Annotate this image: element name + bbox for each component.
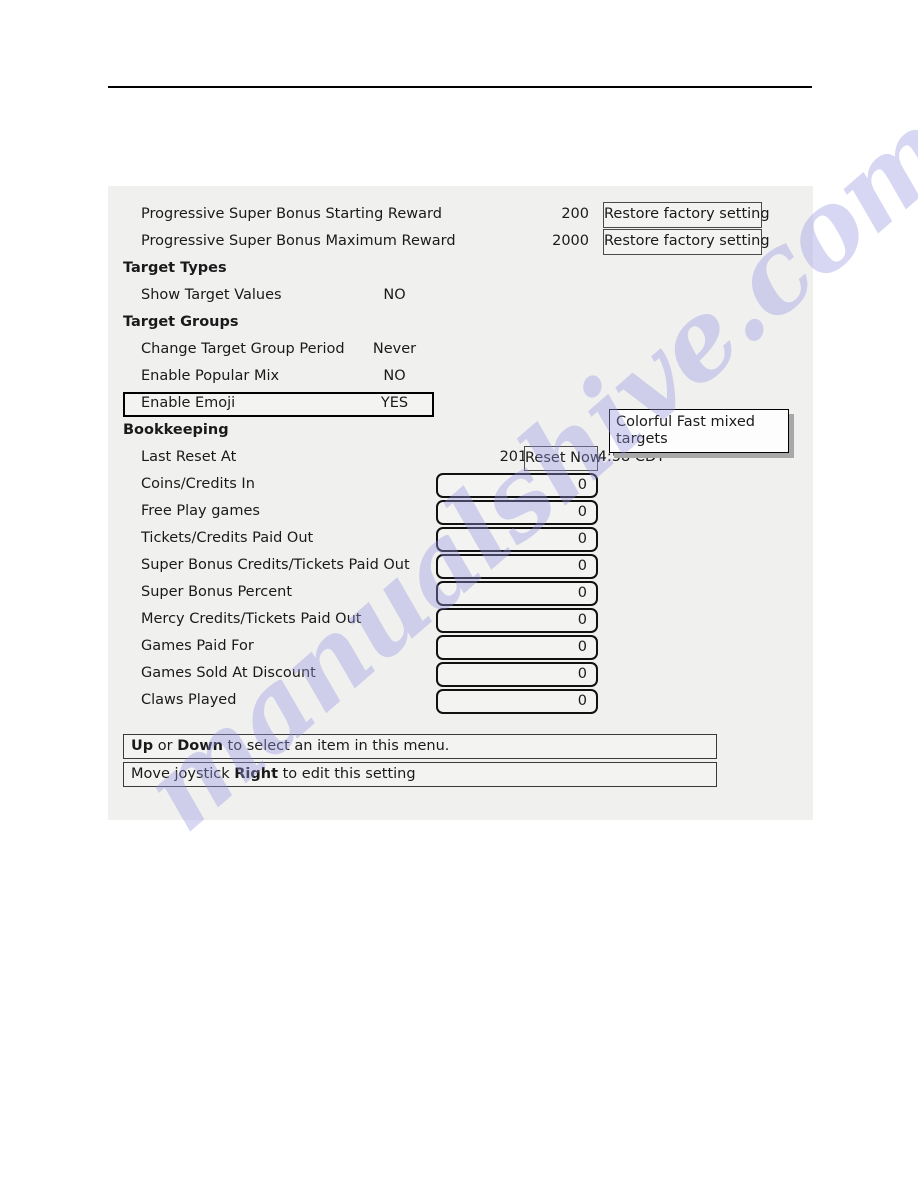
hint-segment: to select an item in this menu. <box>222 738 450 754</box>
hint-segment: Up <box>131 738 154 754</box>
setting-row[interactable]: Free Play games 0 <box>108 500 813 527</box>
setting-row[interactable]: Coins/Credits In 0 <box>108 473 813 500</box>
restore-factory-setting-button[interactable]: Restore factory setting <box>603 229 770 255</box>
restore-factory-setting-button[interactable]: Restore factory setting <box>603 202 770 228</box>
bookkeeping-value-field[interactable]: 0 <box>436 500 598 525</box>
bookkeeping-value-field[interactable]: 0 <box>436 689 598 714</box>
reset-now-button[interactable]: Reset Now <box>524 446 602 471</box>
hint-segment: or <box>153 738 178 754</box>
tooltip-line-2: targets <box>616 431 668 447</box>
setting-label: Progressive Super Bonus Starting Reward <box>141 206 442 222</box>
setting-row[interactable]: Mercy Credits/Tickets Paid Out 0 <box>108 608 813 635</box>
setting-label: Progressive Super Bonus Maximum Reward <box>141 233 456 249</box>
setting-label: Mercy Credits/Tickets Paid Out <box>141 611 362 627</box>
setting-row[interactable]: Progressive Super Bonus Starting Reward 2… <box>108 202 813 230</box>
settings-panel: Progressive Super Bonus Starting Reward 2… <box>108 186 813 820</box>
setting-value: YES <box>380 395 409 411</box>
setting-row[interactable]: Games Sold At Discount 0 <box>108 662 813 689</box>
section-header-row: Target Groups <box>108 311 813 338</box>
hint-bar: Move joystick Right to edit this setting <box>123 762 717 787</box>
setting-row[interactable]: Super Bonus Percent 0 <box>108 581 813 608</box>
setting-label: Free Play games <box>141 503 260 519</box>
header-divider <box>108 86 812 88</box>
section-header-row: Target Types <box>108 257 813 284</box>
setting-row[interactable]: Games Paid For 0 <box>108 635 813 662</box>
setting-row[interactable]: Claws Played 0 <box>108 689 813 716</box>
hint-segment: Right <box>234 766 279 782</box>
hint-bar: Up or Down to select an item in this men… <box>123 734 717 759</box>
tooltip-line-1: Colorful Fast mixed <box>616 414 755 430</box>
bookkeeping-value-field[interactable]: 0 <box>436 527 598 552</box>
setting-label: Super Bonus Percent <box>141 584 293 600</box>
setting-value: Never <box>372 341 417 357</box>
section-title: Bookkeeping <box>123 422 229 438</box>
setting-row[interactable]: Enable Popular Mix NO <box>108 365 813 392</box>
setting-row[interactable]: Tickets/Credits Paid Out 0 <box>108 527 813 554</box>
setting-value: 200 <box>561 206 589 222</box>
bookkeeping-value-field[interactable]: 0 <box>436 581 598 606</box>
bookkeeping-value-field[interactable]: 0 <box>436 554 598 579</box>
hint-segment: Down <box>177 738 223 754</box>
setting-row[interactable]: Super Bonus Credits/Tickets Paid Out 0 <box>108 554 813 581</box>
bookkeeping-value-field[interactable]: 0 <box>436 473 598 498</box>
setting-value: 2000 <box>552 233 589 249</box>
setting-label: Claws Played <box>141 692 237 708</box>
help-tooltip: Colorful Fast mixed targets <box>609 409 789 453</box>
section-title: Target Groups <box>123 314 239 330</box>
hint-segment: Move joystick <box>131 766 235 782</box>
bookkeeping-value-field[interactable]: 0 <box>436 635 598 660</box>
setting-row[interactable]: Progressive Super Bonus Maximum Reward 20… <box>108 229 813 257</box>
bookkeeping-value-field[interactable]: 0 <box>436 662 598 687</box>
setting-label: Coins/Credits In <box>141 476 255 492</box>
setting-label: Super Bonus Credits/Tickets Paid Out <box>141 557 410 573</box>
setting-value: NO <box>383 287 406 303</box>
setting-value: NO <box>383 368 406 384</box>
setting-row[interactable]: Change Target Group Period Never <box>108 338 813 365</box>
bookkeeping-value-field[interactable]: 0 <box>436 608 598 633</box>
hint-segment: to edit this setting <box>278 766 416 782</box>
section-title: Target Types <box>123 260 227 276</box>
setting-row[interactable]: Show Target Values NO <box>108 284 813 311</box>
setting-label: Games Sold At Discount <box>141 665 316 681</box>
setting-label: Games Paid For <box>141 638 254 654</box>
setting-label: Tickets/Credits Paid Out <box>141 530 314 546</box>
